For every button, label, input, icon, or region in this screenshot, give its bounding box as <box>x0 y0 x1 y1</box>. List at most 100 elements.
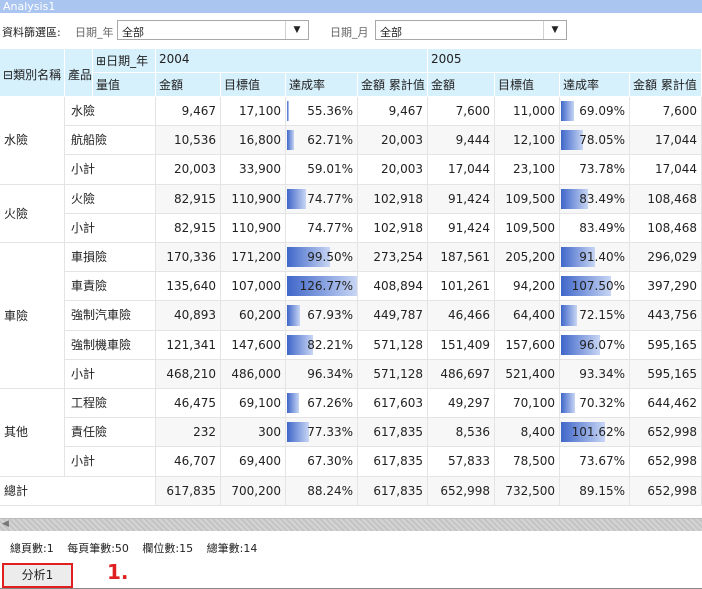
value-cell: 82,915 <box>156 213 221 243</box>
value-cell: 102,918 <box>358 184 428 214</box>
value-cell: 109,500 <box>495 213 560 243</box>
value-cell: 449,787 <box>358 301 428 331</box>
cell-text: 73.78% <box>579 162 625 177</box>
achievement-rate-cell: 101.62% <box>560 418 630 448</box>
value-cell: 147,600 <box>221 330 286 360</box>
measure-column-header[interactable]: 達成率 <box>560 73 630 97</box>
chevron-down-icon[interactable]: ▼ <box>285 21 308 39</box>
cell-text: 107,000 <box>231 279 281 294</box>
data-bar <box>287 305 300 326</box>
cell-text: 232 <box>193 425 216 440</box>
value-cell: 232 <box>156 418 221 448</box>
achievement-rate-cell: 74.77% <box>286 184 358 214</box>
year-field-header[interactable]: ⊞日期_年 <box>93 49 156 73</box>
value-cell: 521,400 <box>495 359 560 389</box>
achievement-rate-cell: 126.77% <box>286 272 358 302</box>
cell-text: 732,500 <box>505 483 555 498</box>
cell-text: 9,467 <box>388 104 423 118</box>
cell-text: 91.40% <box>579 250 625 264</box>
window-title: Analysis1 <box>0 0 702 13</box>
product-label: 火險 <box>65 184 156 214</box>
value-cell: 732,500 <box>495 476 560 506</box>
cell-text: 102,918 <box>373 220 423 235</box>
records-per-page: 每頁筆數:50 <box>67 542 129 555</box>
cell-text: 20,003 <box>381 133 423 148</box>
cell-text: 468,210 <box>166 366 216 381</box>
value-cell: 571,128 <box>358 330 428 360</box>
achievement-rate-cell: 96.07% <box>560 330 630 360</box>
achievement-rate-cell: 77.33% <box>286 418 358 448</box>
scroll-left-icon[interactable]: ◀ <box>2 519 9 529</box>
value-cell: 7,600 <box>428 97 495 127</box>
achievement-rate-cell: 69.09% <box>560 97 630 127</box>
product-label: 工程險 <box>65 389 156 419</box>
cell-text: 7,600 <box>455 104 490 118</box>
data-bar <box>287 130 295 151</box>
cell-text: 83.49% <box>579 220 625 235</box>
value-cell: 94,200 <box>495 272 560 302</box>
value-cell: 17,100 <box>221 97 286 127</box>
value-cell: 273,254 <box>358 243 428 273</box>
product-label: 車損險 <box>65 243 156 273</box>
category-label: 其他 <box>0 389 65 477</box>
value-cell: 700,200 <box>221 476 286 506</box>
expand-icon[interactable]: ⊞ <box>96 54 106 68</box>
month-filter-select[interactable]: 全部 ▼ <box>375 20 567 40</box>
value-cell: 486,697 <box>428 359 495 389</box>
value-cell: 187,561 <box>428 243 495 273</box>
measure-column-header[interactable]: 金額 累計值 <box>630 73 702 97</box>
cell-text: 69,100 <box>239 396 281 410</box>
achievement-rate-cell: 67.30% <box>286 447 358 477</box>
achievement-rate-cell: 74.77% <box>286 213 358 243</box>
cell-text: 617,835 <box>166 483 216 498</box>
cell-text: 59.01% <box>307 162 353 177</box>
measure-column-header[interactable]: 達成率 <box>286 73 358 97</box>
measure-column-header[interactable]: 金額 累計值 <box>358 73 428 97</box>
cell-text: 700,200 <box>231 483 281 498</box>
measure-column-header[interactable]: 目標值 <box>495 73 560 97</box>
cell-text: 78,500 <box>513 454 555 469</box>
cell-text: 46,707 <box>174 454 216 469</box>
month-filter-label: 日期_月 <box>330 26 369 39</box>
value-cell: 64,400 <box>495 301 560 331</box>
value-cell: 397,290 <box>630 272 702 302</box>
category-header[interactable]: ⊟類別名稱 <box>0 49 65 97</box>
value-cell: 11,000 <box>495 97 560 127</box>
horizontal-scrollbar[interactable]: ◀ <box>0 518 702 531</box>
achievement-rate-cell: 83.49% <box>560 184 630 214</box>
cell-text: 69.09% <box>579 104 625 118</box>
value-cell: 46,707 <box>156 447 221 477</box>
cell-text: 46,466 <box>448 308 490 323</box>
value-cell: 644,462 <box>630 389 702 419</box>
value-cell: 82,915 <box>156 184 221 214</box>
value-cell: 135,640 <box>156 272 221 302</box>
data-bar <box>287 393 299 414</box>
measure-column-header[interactable]: 目標值 <box>221 73 286 97</box>
achievement-rate-cell: 88.24% <box>286 476 358 506</box>
pivot-table: ⊟類別名稱 產品 ⊞日期_年 量值 2004 2005 金額 目標值 達成率 金額 累… <box>0 49 702 517</box>
product-label: 小計 <box>65 447 156 477</box>
measure-column-header[interactable]: 金額 <box>428 73 495 97</box>
cell-text: 443,756 <box>647 308 697 323</box>
product-header: 產品 <box>65 49 93 97</box>
measure-header: 量值 <box>93 73 156 97</box>
tab-analysis-1[interactable]: 分析1 <box>2 563 73 588</box>
status-footer: 總頁數:1 每頁筆數:50 欄位數:15 總筆數:14 <box>10 540 267 556</box>
chevron-down-icon[interactable]: ▼ <box>543 21 566 39</box>
year-filter-select[interactable]: 全部 ▼ <box>117 20 309 40</box>
cell-text: 91,424 <box>448 220 490 235</box>
cell-text: 108,468 <box>647 220 697 235</box>
product-label: 小計 <box>65 213 156 243</box>
cell-text: 72.15% <box>579 308 625 323</box>
product-label: 航船險 <box>65 126 156 156</box>
value-cell: 617,835 <box>358 447 428 477</box>
cell-text: 108,468 <box>647 191 697 206</box>
cell-text: 486,697 <box>440 366 490 381</box>
cell-text: 74.77% <box>307 191 353 206</box>
value-cell: 617,603 <box>358 389 428 419</box>
value-cell: 652,998 <box>630 476 702 506</box>
value-cell: 121,341 <box>156 330 221 360</box>
collapse-icon[interactable]: ⊟ <box>3 68 13 82</box>
measure-column-header[interactable]: 金額 <box>156 73 221 97</box>
value-cell: 109,500 <box>495 184 560 214</box>
